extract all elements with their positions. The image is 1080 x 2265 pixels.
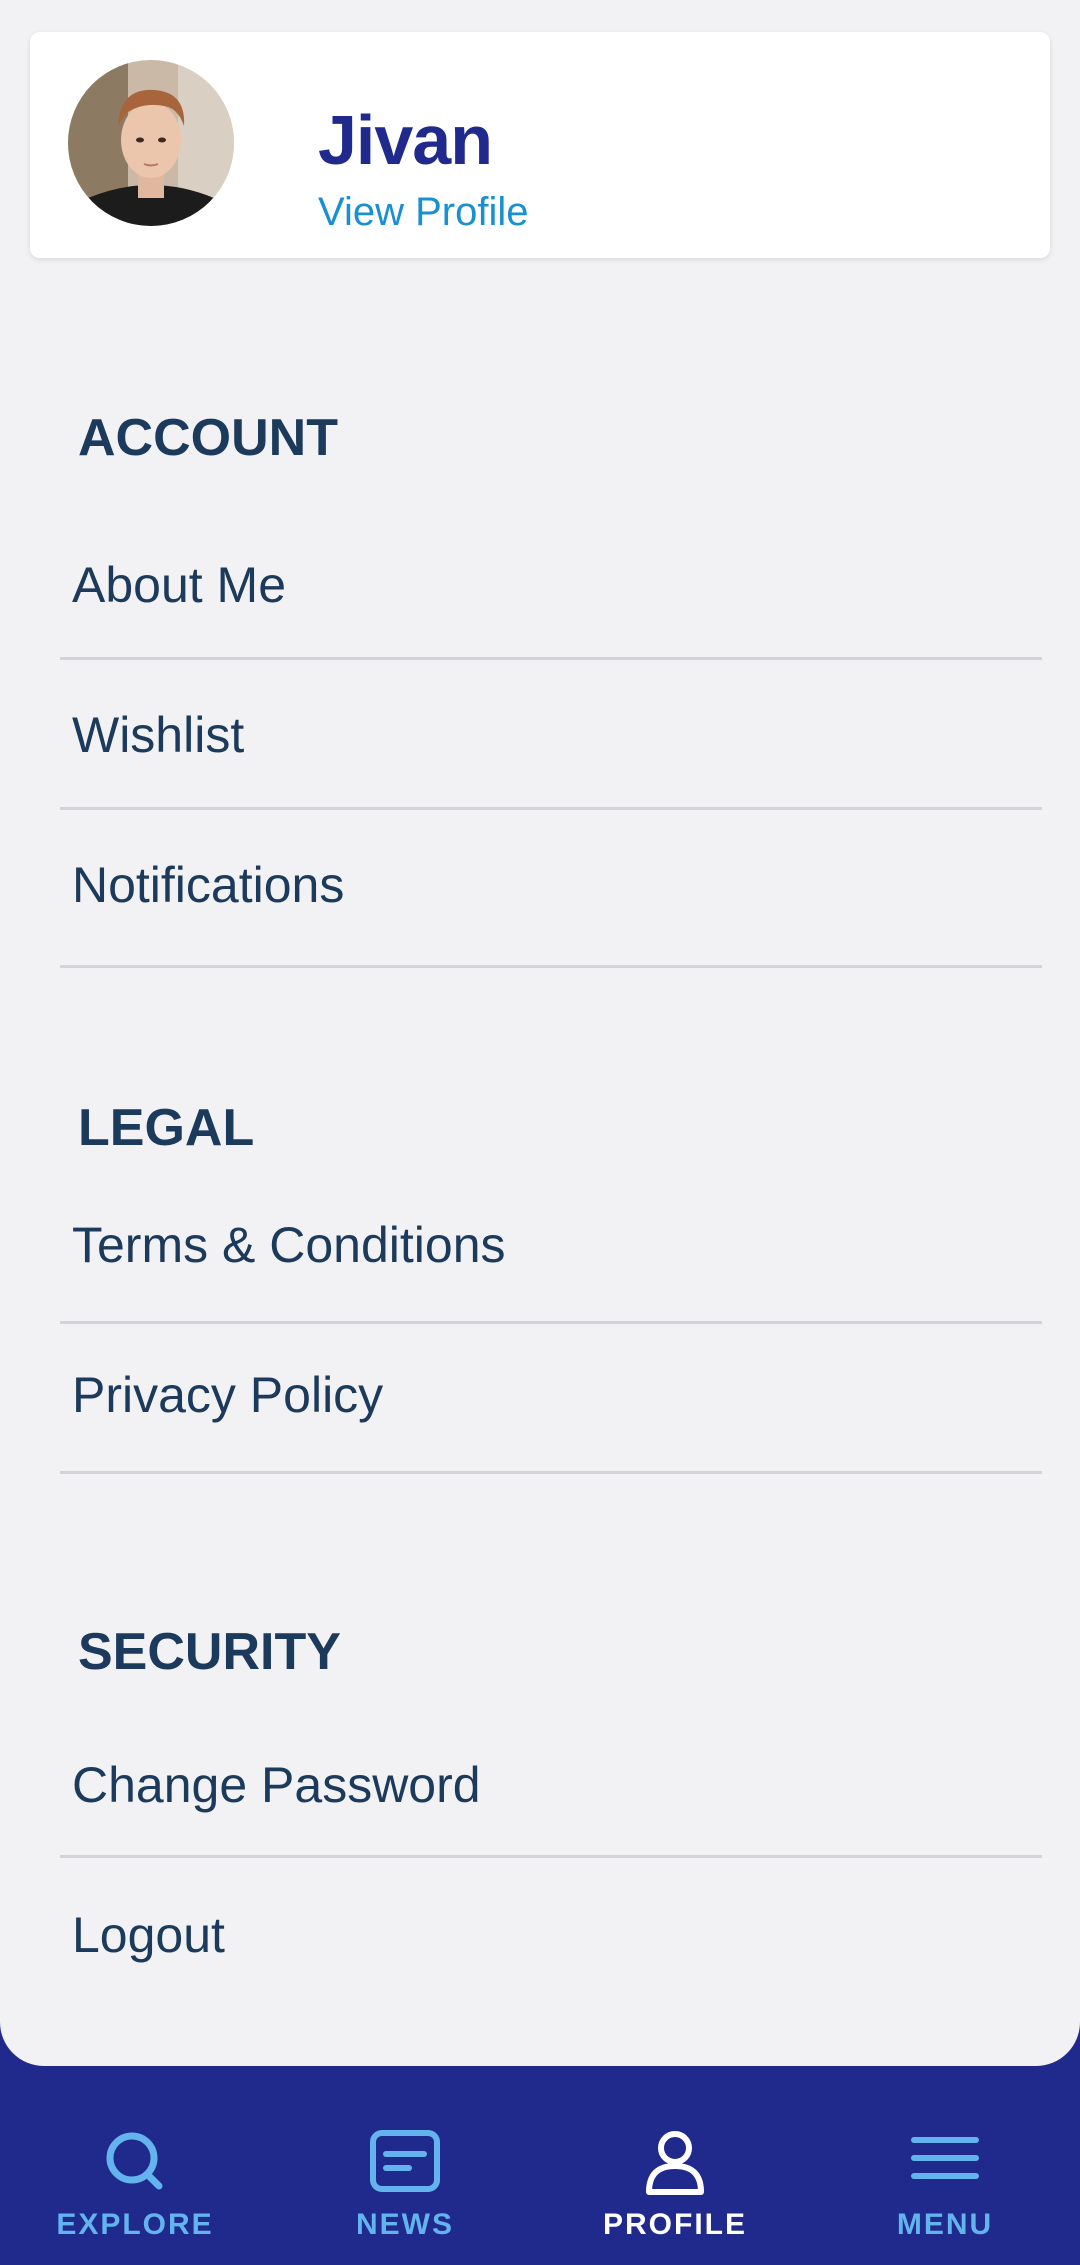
- hamburger-menu-icon: [911, 2137, 979, 2179]
- menu-item-notifications[interactable]: Notifications: [60, 810, 1042, 968]
- section-title-account: ACCOUNT: [78, 409, 338, 467]
- menu-item-label: Logout: [72, 1907, 225, 1963]
- tab-menu[interactable]: MENU: [810, 2066, 1080, 2265]
- menu-item-label: Terms & Conditions: [72, 1217, 506, 1273]
- user-icon: [646, 2131, 704, 2195]
- menu-item-label: Notifications: [72, 857, 345, 913]
- menu-item-label: About Me: [72, 557, 287, 613]
- tab-news[interactable]: NEWS: [270, 2066, 540, 2265]
- news-icon: [370, 2130, 440, 2192]
- menu-item-change-password[interactable]: Change Password: [60, 1710, 1042, 1858]
- tab-explore[interactable]: EXPLORE: [0, 2066, 270, 2265]
- menu-item-terms-conditions[interactable]: Terms & Conditions: [60, 1176, 1042, 1324]
- tab-label: MENU: [896, 2208, 994, 2241]
- profile-name: Jivan: [318, 101, 493, 179]
- menu-item-privacy-policy[interactable]: Privacy Policy: [60, 1324, 1042, 1474]
- tab-label: PROFILE: [602, 2208, 747, 2241]
- avatar-photo: [68, 60, 234, 226]
- menu-item-about-me[interactable]: About Me: [60, 510, 1042, 660]
- section-title-security: SECURITY: [78, 1623, 341, 1681]
- settings-screen: Jivan View Profile ACCOUNT About Me Wish…: [0, 0, 1080, 2066]
- section-title-legal: LEGAL: [78, 1099, 255, 1157]
- menu-item-wishlist[interactable]: Wishlist: [60, 660, 1042, 810]
- menu-item-logout[interactable]: Logout: [60, 1858, 1042, 2008]
- menu-item-label: Wishlist: [72, 707, 245, 763]
- tab-profile[interactable]: PROFILE: [540, 2066, 810, 2265]
- profile-card[interactable]: Jivan View Profile: [30, 32, 1050, 258]
- bottom-tab-bar: EXPLORE NEWS PROFILE MENU: [0, 2066, 1080, 2265]
- avatar: [68, 60, 234, 226]
- tab-label: NEWS: [356, 2208, 454, 2241]
- menu-item-label: Privacy Policy: [72, 1367, 384, 1423]
- view-profile-link[interactable]: View Profile: [318, 190, 528, 235]
- search-icon: [106, 2132, 163, 2190]
- menu-item-label: Change Password: [72, 1757, 481, 1813]
- tab-label: EXPLORE: [56, 2208, 214, 2241]
